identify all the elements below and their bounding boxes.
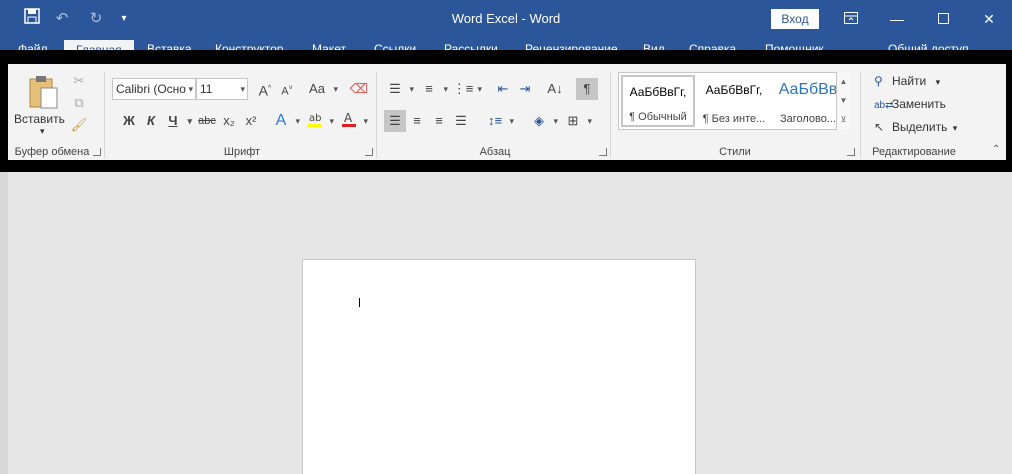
svg-text:ab: ab (309, 113, 321, 124)
left-edge (0, 172, 8, 474)
separator (376, 72, 377, 158)
search-icon: ⚲ (874, 74, 883, 88)
clipboard-launcher-icon[interactable] (93, 148, 101, 156)
font-group: Calibri (Осно▾ 11▾ A^ A˅ Aa ⌫ Ж К Ч abc … (108, 64, 376, 160)
font-name-value: Calibri (Осно (116, 82, 186, 96)
replace-button[interactable]: ab⇄Заменить (874, 97, 946, 111)
styles-group-label: Стили (719, 146, 751, 158)
borders-icon[interactable]: ⊞ (562, 110, 592, 132)
find-button[interactable]: ⚲ Найти ▾ (874, 74, 940, 88)
align-center-icon[interactable]: ≡ (406, 110, 428, 132)
format-painter-icon[interactable]: 🖌 (68, 114, 90, 136)
chevron-down-icon: ▾ (952, 123, 958, 133)
chevron-down-icon: ▾ (188, 84, 193, 94)
ribbon-display-options-icon[interactable] (828, 6, 874, 32)
styles-group: Стили (612, 64, 858, 160)
italic-button[interactable]: К (140, 110, 162, 132)
replace-label: Заменить (892, 97, 946, 111)
underline-button[interactable]: Ч (162, 110, 192, 132)
title-bar: ↶ ↻ ▾ Word Excel - Word Вход — ✕ (0, 0, 1012, 40)
separator (104, 72, 105, 158)
text-cursor (359, 298, 360, 307)
bullets-icon[interactable]: ☰ (384, 78, 414, 100)
select-label: Выделить (892, 120, 948, 134)
clear-formatting-icon[interactable]: ⌫ (348, 78, 370, 100)
chevron-down-icon: ▾ (240, 84, 245, 94)
numbering-icon[interactable]: ≡ (418, 78, 448, 100)
font-group-label: Шрифт (223, 146, 261, 158)
clipboard-group: Вставить ▾ ✂ ⧉ 🖌 Буфер обмена (8, 64, 104, 160)
paragraph-group: ☰ ≡ ⋮≡ ⇤ ⇥ A↓ ¶ ☰ ≡ ≡ ☰ ↕≡ ◈ ⊞ Абзац (380, 64, 610, 160)
shrink-font-button[interactable]: A˅ (276, 78, 298, 100)
change-case-button[interactable]: Aa (304, 78, 338, 100)
collapse-ribbon-icon[interactable]: ⌃ (992, 144, 1000, 155)
separator (860, 72, 861, 158)
cut-icon[interactable]: ✂ (68, 70, 90, 92)
document-page[interactable] (302, 259, 696, 474)
maximize-icon[interactable] (920, 6, 966, 32)
clipboard-group-label: Буфер обмена (14, 146, 90, 158)
paste-button[interactable]: Вставить ▾ (12, 72, 68, 138)
font-color-icon[interactable]: A (338, 110, 368, 132)
decrease-indent-icon[interactable]: ⇤ (492, 78, 514, 100)
font-name-combo[interactable]: Calibri (Осно ▾ (112, 78, 196, 100)
chevron-down-icon: ▾ (935, 77, 941, 87)
line-spacing-icon[interactable]: ↕≡ (484, 110, 514, 132)
font-size-combo[interactable]: 11 ▾ (196, 78, 248, 100)
justify-icon[interactable]: ☰ (450, 110, 472, 132)
font-size-value: 11 (200, 82, 213, 96)
bold-button[interactable]: Ж (118, 110, 140, 132)
sort-icon[interactable]: A↓ (544, 78, 566, 100)
separator (610, 72, 611, 158)
increase-indent-icon[interactable]: ⇥ (514, 78, 536, 100)
align-left-icon[interactable]: ☰ (384, 110, 406, 132)
multilevel-list-icon[interactable]: ⋮≡ (452, 78, 482, 100)
copy-icon[interactable]: ⧉ (68, 92, 90, 114)
subscript-button[interactable]: x₂ (218, 110, 240, 132)
styles-launcher-icon[interactable] (847, 148, 855, 156)
strikethrough-button[interactable]: abc (196, 110, 218, 132)
text-effects-icon[interactable]: A (270, 110, 300, 132)
find-label: Найти (892, 74, 927, 88)
cursor-icon: ↖ (874, 120, 885, 134)
minimize-icon[interactable]: — (874, 6, 920, 32)
grow-font-button[interactable]: A^ (254, 78, 276, 100)
select-button[interactable]: ↖ Выделить ▾ (874, 120, 957, 134)
paste-icon (28, 74, 60, 113)
editing-group-label: Редактирование (872, 146, 956, 158)
show-formatting-marks-button[interactable]: ¶ (576, 78, 598, 100)
close-icon[interactable]: ✕ (966, 6, 1012, 32)
paragraph-group-label: Абзац (479, 146, 511, 158)
paste-dropdown-icon[interactable]: ▾ (40, 126, 45, 137)
align-right-icon[interactable]: ≡ (428, 110, 450, 132)
svg-text:A: A (344, 111, 353, 125)
replace-icon: ab⇄ (874, 100, 894, 111)
paragraph-launcher-icon[interactable] (599, 148, 607, 156)
shading-icon[interactable]: ◈ (528, 110, 558, 132)
superscript-button[interactable]: x² (240, 110, 262, 132)
paste-label: Вставить (14, 112, 65, 126)
highlight-color-icon[interactable]: ab (304, 110, 334, 132)
login-button[interactable]: Вход (771, 9, 819, 29)
font-launcher-icon[interactable] (365, 148, 373, 156)
ribbon: Вставить ▾ ✂ ⧉ 🖌 Буфер обмена Calibri (О… (8, 64, 1006, 160)
